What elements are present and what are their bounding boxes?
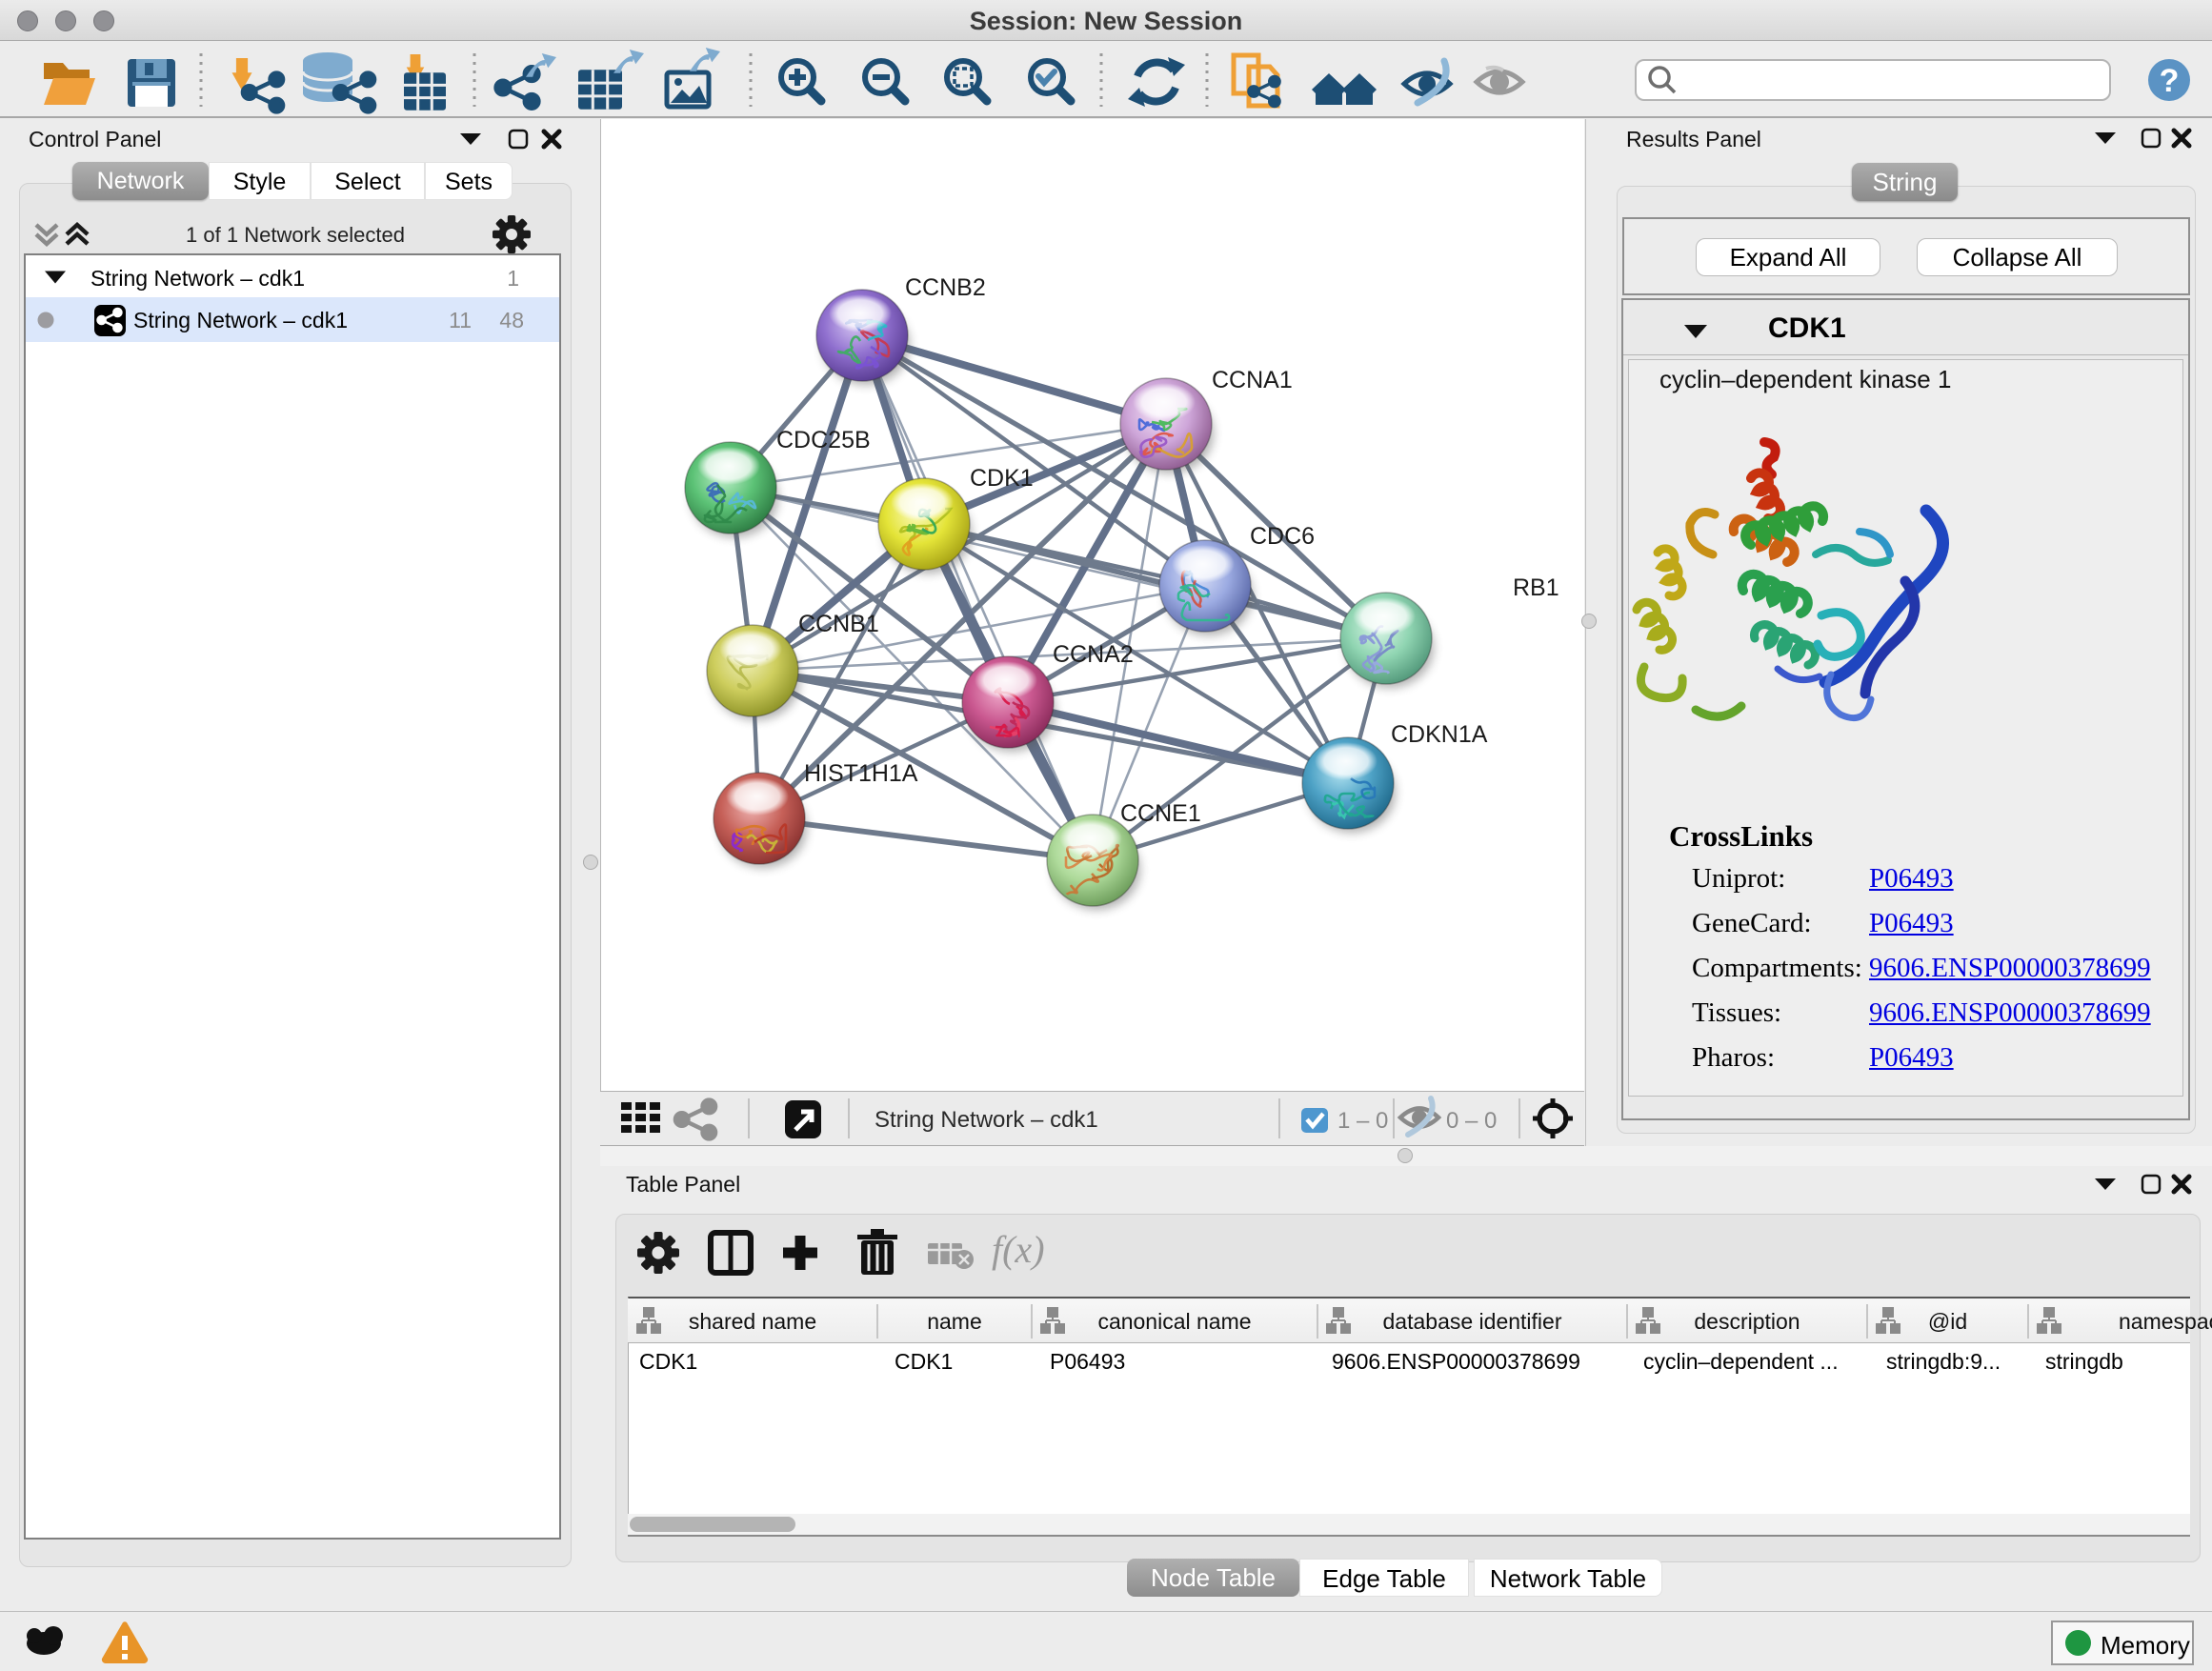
svg-text:CDKN1A: CDKN1A — [1391, 721, 1488, 748]
svg-text:CDK1: CDK1 — [970, 465, 1034, 492]
svg-text:CCNA2: CCNA2 — [1053, 641, 1134, 668]
svg-text:CCNA1: CCNA1 — [1212, 367, 1293, 393]
svg-text:CCNB1: CCNB1 — [798, 611, 879, 637]
svg-text:RB1: RB1 — [1513, 574, 1559, 601]
svg-text:CCNE1: CCNE1 — [1120, 800, 1201, 827]
svg-text:?: ? — [2160, 63, 2180, 99]
svg-text:CDC6: CDC6 — [1250, 523, 1315, 550]
svg-text:CDC25B: CDC25B — [776, 427, 871, 453]
svg-text:HIST1H1A: HIST1H1A — [804, 760, 918, 787]
svg-text:CCNB2: CCNB2 — [905, 274, 986, 301]
